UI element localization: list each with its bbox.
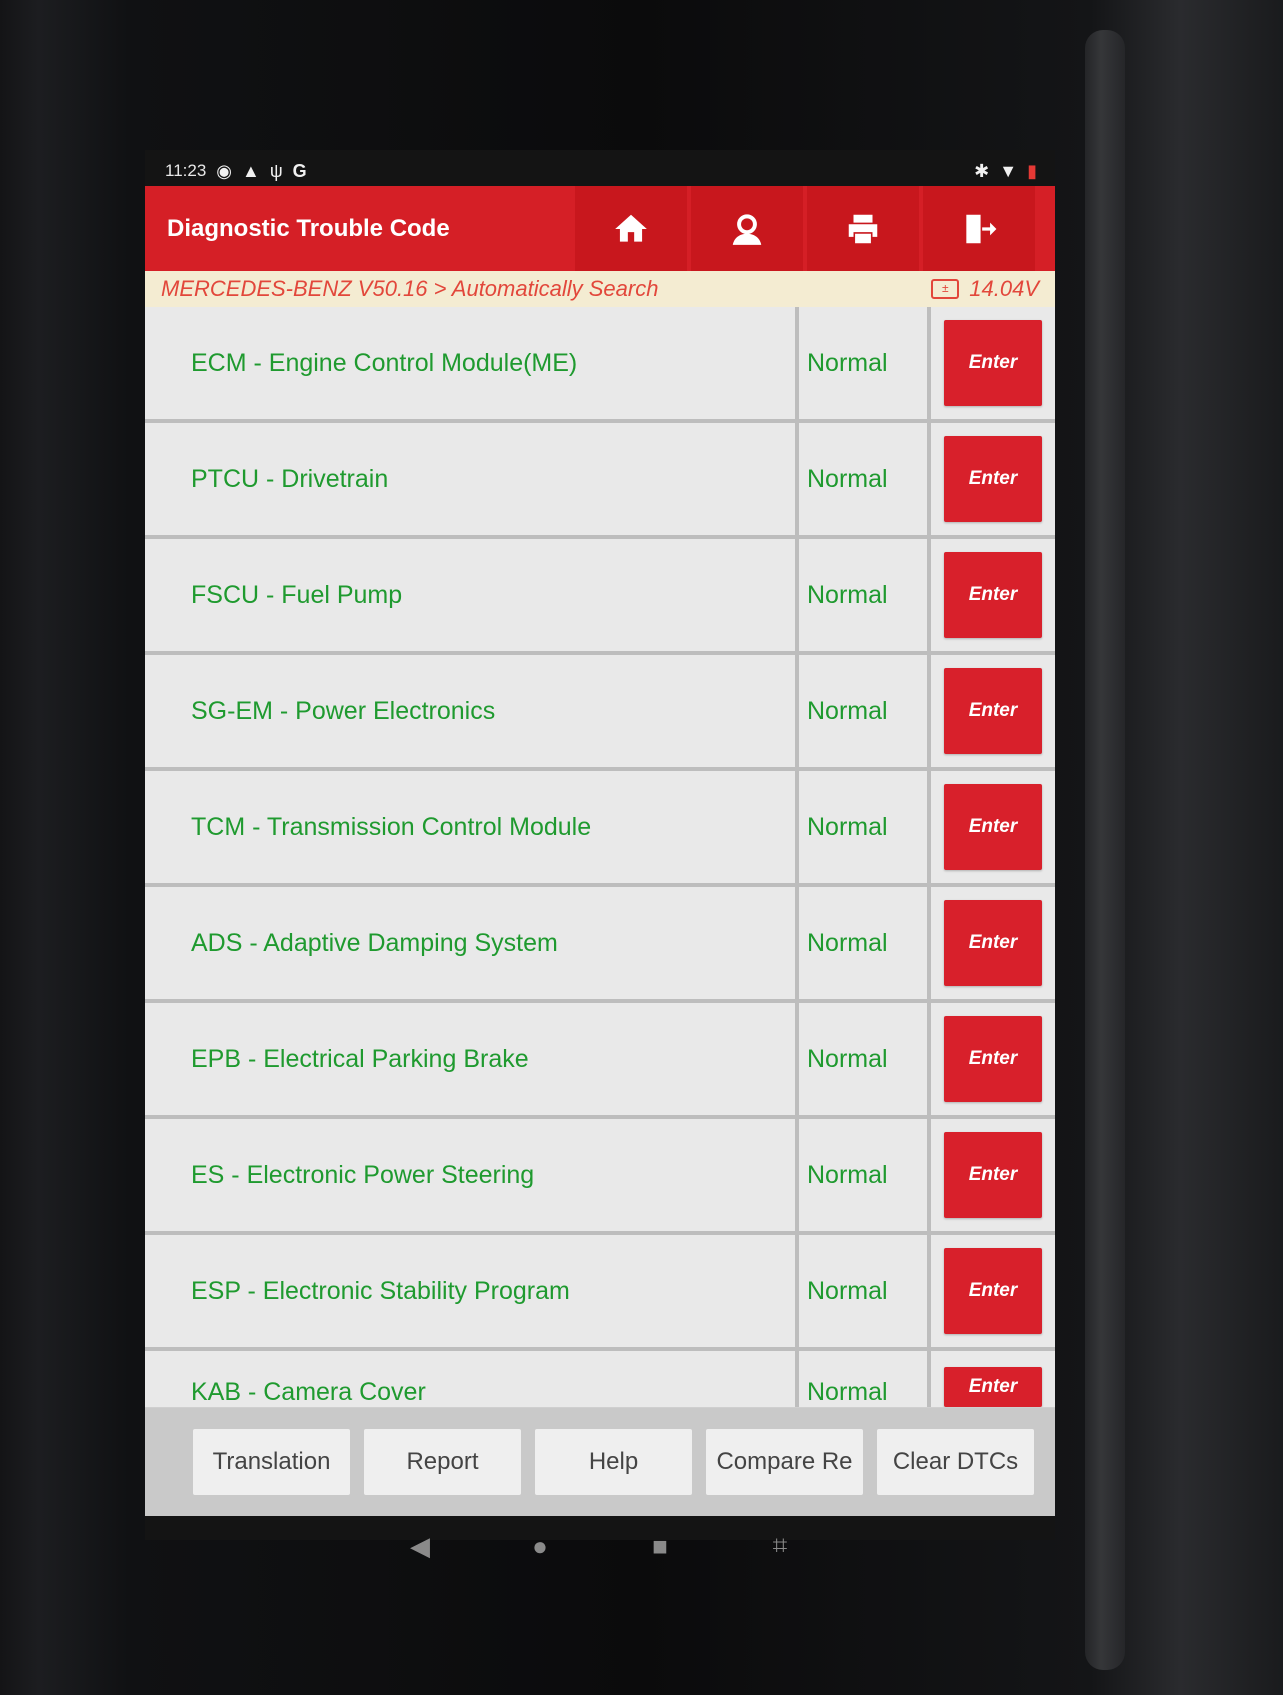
module-status: Normal (799, 539, 927, 651)
table-row: TCM - Transmission Control Module Normal… (145, 771, 1055, 887)
alarm-icon: ◉ (216, 160, 232, 181)
home-icon (615, 214, 647, 242)
enter-button[interactable]: Enter (944, 900, 1042, 986)
usb-icon: ψ (269, 160, 283, 181)
module-status: Normal (799, 771, 927, 883)
module-status: Normal (799, 1003, 927, 1115)
android-nav-bar: ◀ ● ■ ⌗ (145, 1516, 1055, 1576)
diagnostic-app: Diagnostic Trouble Code MERCEDES-BENZ V5… (145, 186, 1055, 1516)
enter-button[interactable]: Enter (944, 1132, 1042, 1218)
table-row: ES - Electronic Power Steering Normal En… (145, 1119, 1055, 1235)
module-status: Normal (799, 307, 927, 419)
module-status: Normal (799, 887, 927, 999)
enter-button[interactable]: Enter (944, 436, 1042, 522)
enter-button[interactable]: Enter (944, 784, 1042, 870)
module-status: Normal (799, 1351, 927, 1407)
table-row: SG-EM - Power Electronics Normal Enter (145, 655, 1055, 771)
module-status: Normal (799, 655, 927, 767)
table-row: KAB - Camera Cover Normal Enter (145, 1351, 1055, 1407)
exit-icon (966, 214, 997, 243)
exit-button[interactable] (923, 186, 1035, 271)
module-status: Normal (799, 1119, 927, 1231)
compare-report-button[interactable]: Compare Re (706, 1429, 863, 1495)
car-battery-icon: ± (931, 279, 960, 299)
module-name: EPB - Electrical Parking Brake (145, 1003, 795, 1115)
print-icon (848, 214, 878, 243)
warning-icon: ▲ (242, 160, 260, 181)
module-name: FSCU - Fuel Pump (145, 539, 795, 651)
google-icon: G (292, 160, 307, 181)
breadcrumb-path: MERCEDES-BENZ V50.16 > Automatically Sea… (161, 276, 659, 301)
table-row: ECM - Engine Control Module(ME) Normal E… (145, 307, 1055, 423)
breadcrumb: MERCEDES-BENZ V50.16 > Automatically Sea… (145, 271, 1055, 307)
print-button[interactable] (807, 186, 919, 271)
module-name: PTCU - Drivetrain (145, 423, 795, 535)
enter-button[interactable]: Enter (944, 1248, 1042, 1334)
user-button[interactable] (691, 186, 803, 271)
home-circle-icon[interactable]: ● (525, 1531, 555, 1561)
wifi-icon: ▼ (999, 160, 1018, 181)
module-name: ES - Electronic Power Steering (145, 1119, 795, 1231)
module-status: Normal (799, 1235, 927, 1347)
status-time: 11:23 (165, 161, 207, 180)
enter-button[interactable]: Enter (944, 1016, 1042, 1102)
user-icon (732, 213, 762, 245)
module-name: KAB - Camera Cover (145, 1351, 795, 1407)
clear-dtcs-button[interactable]: Clear DTCs (877, 1429, 1034, 1495)
table-row: PTCU - Drivetrain Normal Enter (145, 423, 1055, 539)
report-button[interactable]: Report (364, 1429, 521, 1495)
enter-button[interactable]: Enter (944, 320, 1042, 406)
status-bar: 11:23 ◉ ▲ ψ G ✱ ▼ ▮ (165, 156, 1045, 186)
module-name: ADS - Adaptive Damping System (145, 887, 795, 999)
enter-button[interactable]: Enter (944, 668, 1042, 754)
translation-button[interactable]: Translation (193, 1429, 350, 1495)
battery-icon: ▮ (1027, 160, 1037, 181)
bottom-toolbar: Translation Report Help Compare Re Clear… (145, 1408, 1055, 1516)
device-bezel (1085, 30, 1125, 1670)
module-name: TCM - Transmission Control Module (145, 771, 795, 883)
enter-button[interactable]: Enter (944, 1367, 1042, 1407)
enter-button[interactable]: Enter (944, 552, 1042, 638)
help-button[interactable]: Help (535, 1429, 692, 1495)
table-row: ADS - Adaptive Damping System Normal Ent… (145, 887, 1055, 1003)
module-name: ESP - Electronic Stability Program (145, 1235, 795, 1347)
table-row: FSCU - Fuel Pump Normal Enter (145, 539, 1055, 655)
module-status: Normal (799, 423, 927, 535)
module-list[interactable]: ECM - Engine Control Module(ME) Normal E… (145, 307, 1055, 1407)
module-name: ECM - Engine Control Module(ME) (145, 307, 795, 419)
header-toolbar (575, 186, 1035, 271)
app-header: Diagnostic Trouble Code (145, 186, 1055, 271)
table-row: ESP - Electronic Stability Program Norma… (145, 1235, 1055, 1351)
voltage-indicator: ± 14.04V (931, 276, 1039, 302)
module-name: SG-EM - Power Electronics (145, 655, 795, 767)
bluetooth-icon: ✱ (974, 160, 990, 181)
recents-icon[interactable]: ■ (645, 1531, 675, 1561)
home-button[interactable] (575, 186, 687, 271)
voltage-value: 14.04V (969, 276, 1039, 301)
screenshot-icon[interactable]: ⌗ (765, 1530, 795, 1561)
back-icon[interactable]: ◀ (405, 1531, 435, 1561)
table-row: EPB - Electrical Parking Brake Normal En… (145, 1003, 1055, 1119)
page-title: Diagnostic Trouble Code (167, 214, 450, 242)
